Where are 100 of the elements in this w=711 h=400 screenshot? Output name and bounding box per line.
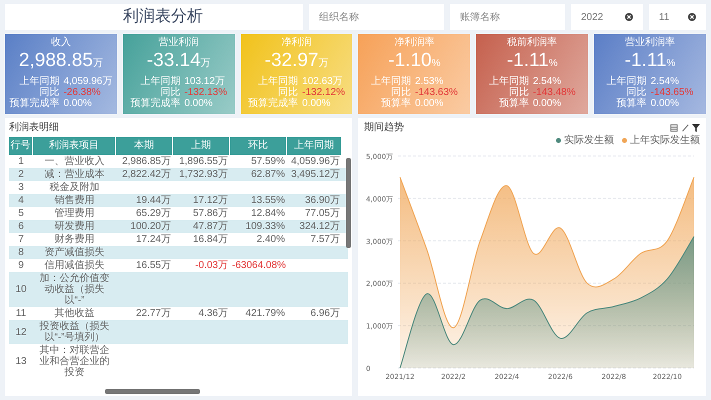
stat-value: -143.65% (650, 87, 694, 98)
stat-value: -143.48% (532, 87, 576, 98)
legend-label: 上年实际发生额 (630, 135, 700, 146)
stat-label: 预算率 (380, 98, 411, 109)
table-cell-text: 16.84万 (192, 233, 229, 246)
stat-label: 同比 (390, 87, 411, 98)
page-title: 利润表分析 (123, 6, 203, 27)
table-cell-text: 65.29万 (134, 207, 172, 220)
stat-label: 上年同期 (257, 76, 298, 87)
kpi-title: 净利润 (282, 37, 312, 49)
stat-value: 0.00% (63, 98, 93, 109)
table-cell-text: 47.87万 (192, 220, 229, 233)
stat-label: 上年同期 (370, 76, 411, 87)
column-header: 环比 (230, 137, 287, 155)
kpi-value: -1.10% (388, 49, 440, 73)
stat-value: 0.00% (184, 98, 214, 109)
table-cell-text: 324.12万 (298, 220, 341, 233)
table-cell-text: 2,986.85万 (121, 155, 172, 168)
table-cell-text: 2 (17, 168, 25, 181)
table-cell-text: 77.05万 (304, 207, 341, 220)
stat-label: 预算率 (616, 98, 647, 109)
table-cell-text: 1,896.55万 (178, 155, 229, 168)
table-cell-text: 7.57万 (310, 233, 341, 246)
table-cell-text: 16.55万 (134, 259, 172, 272)
stat-label: 预算率 (498, 98, 529, 109)
stat-value: 102.63万 (302, 76, 344, 87)
stat-label: 同比 (160, 87, 180, 98)
kpi-value: -32.97万 (264, 49, 328, 73)
kpi-value: -33.14万 (146, 49, 211, 73)
table-cell-text: 8 (17, 246, 25, 259)
select-value: 11 (658, 10, 670, 24)
table-cell-text: 5 (17, 207, 25, 220)
column-header: 本期 (116, 137, 173, 155)
table-cell-text: 421.79% (244, 307, 286, 320)
table-cell-text: 3,495.12万 (290, 168, 341, 181)
table-cell-text: 销售费用 (54, 194, 96, 207)
table-cell-text: 19.44万 (134, 194, 172, 207)
stat-value: -132.13% (184, 87, 228, 98)
table-cell-text: 109.33% (244, 220, 286, 233)
column-header: 行号 (9, 137, 33, 155)
table-cell-text: 减：营业成本 (44, 168, 106, 181)
stat-value: 0.00% (532, 98, 562, 109)
table-cell-text: 1 (17, 155, 25, 168)
stat-value: 103.12万 (184, 76, 226, 87)
table-cell-text: 4,059.96万 (290, 155, 341, 168)
section-title: 利润表明细 (9, 121, 60, 135)
table-cell-text: 2,822.42万 (121, 168, 172, 181)
table-cell-text: 13 (14, 355, 28, 368)
kpi-title: 净利润率 (394, 37, 434, 49)
stat-value: 2.53% (414, 76, 444, 87)
stat-label: 同比 (508, 87, 529, 98)
select-value: 2022 (580, 10, 604, 24)
stat-value: 4,059.96万 (63, 76, 112, 87)
table-cell-text: 100.20万 (129, 220, 172, 233)
stat-value: 0.00% (302, 98, 332, 109)
stat-value: 0.00% (650, 98, 680, 109)
kpi-value: 2,988.85万 (18, 49, 103, 73)
stat-value: -26.38% (63, 87, 102, 98)
table-cell-text: 4.36万 (198, 307, 229, 320)
table-cell-text: 资产减值损失 (44, 246, 106, 259)
column-header: 利润表项目 (33, 137, 116, 155)
stat-label: 上年同期 (488, 76, 529, 87)
table-cell-text: 36.90万 (304, 194, 341, 207)
table-cell-text: 一、营业收入 (44, 155, 106, 168)
table-cell-text: 1,732.93万 (178, 168, 229, 181)
table-cell-text: 加：公允价值变动收益（损失以“-” (38, 272, 110, 307)
table-cell-text: 11 (14, 307, 28, 320)
stat-label: 同比 (626, 87, 647, 98)
table-cell-text: 13.55% (250, 194, 286, 207)
stat-label: 预算完成率 (9, 98, 60, 109)
stat-value: 2.54% (532, 76, 562, 87)
stat-label: 上年同期 (139, 76, 180, 87)
table-cell-text: 57.59% (250, 155, 286, 168)
table-cell-text: 研发费用 (54, 220, 96, 233)
stat-value: -132.12% (302, 87, 345, 98)
table-cell-text: 其中：对联营企业和合营企业的投资 (38, 344, 110, 379)
stat-value: -143.63% (414, 87, 458, 98)
table-cell-text: 7 (17, 233, 25, 246)
table-cell-text: 9 (17, 259, 25, 272)
kpi-title: 税前利润率 (507, 37, 558, 49)
table-cell-text: 4 (17, 194, 25, 207)
table-cell-text: 62.87% (250, 168, 286, 181)
table-cell-text: 6 (17, 220, 25, 233)
column-header: 上年同期 (287, 137, 342, 155)
table-cell-text: 22.77万 (134, 307, 172, 320)
table-cell-text: 12 (14, 326, 28, 338)
table-cell-text: 投资收益（损失以“-”号填列） (38, 320, 110, 344)
table-cell-text: 57.86万 (192, 207, 229, 220)
kpi-value: -1.11% (624, 49, 676, 73)
stat-label: 上年同期 (18, 76, 60, 87)
table-cell-text: 财务费用 (54, 233, 96, 246)
stat-label: 预算完成率 (248, 98, 298, 109)
table-cell-text: 2.40% (256, 233, 286, 246)
table-cell-text: 12.84% (250, 207, 286, 220)
table-cell-text: 税金及附加 (48, 181, 100, 194)
table-cell-text: 6.96万 (310, 307, 341, 320)
stat-label: 预算完成率 (130, 98, 180, 109)
stat-value: 0.00% (414, 98, 444, 109)
table-cell-text: 管理费用 (54, 207, 96, 220)
table-cell-text: 10 (14, 283, 28, 296)
